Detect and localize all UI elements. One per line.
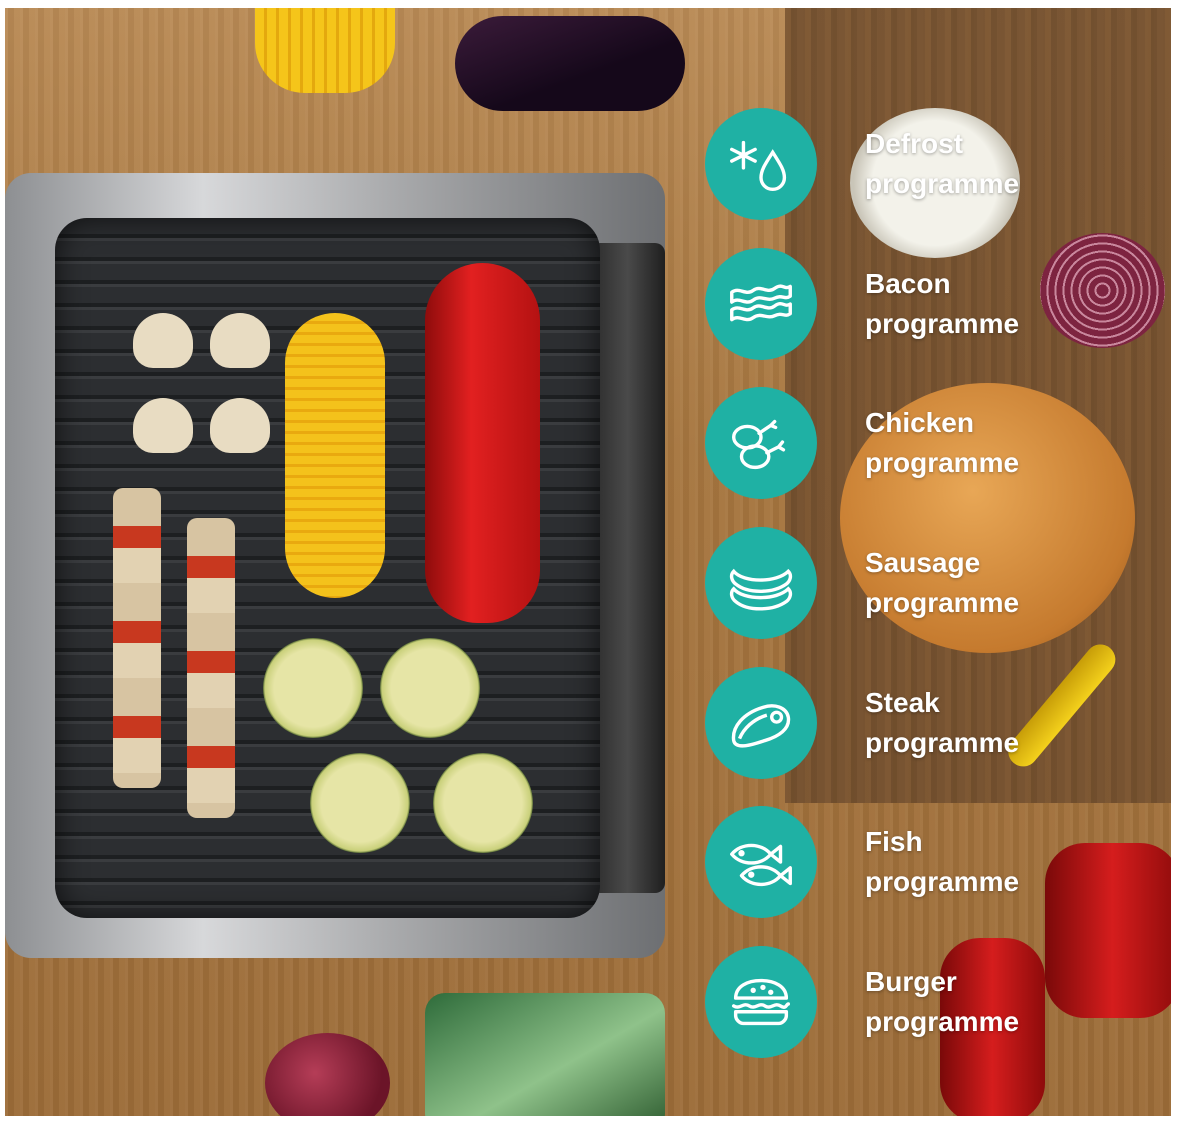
steak-icon xyxy=(705,667,817,779)
grilled-red-pepper xyxy=(425,263,540,623)
programme-label: Fish programme xyxy=(865,826,1020,897)
fish-icon xyxy=(705,806,817,918)
grilled-corn xyxy=(285,313,385,598)
zucchini-slice xyxy=(380,638,480,738)
programme-label: Steak programme xyxy=(865,687,1020,758)
zucchini-slice xyxy=(310,753,410,853)
programme-defrost: Defrost programme xyxy=(705,108,1155,220)
chicken-icon xyxy=(705,387,817,499)
leek xyxy=(425,993,665,1116)
eggplant xyxy=(455,16,685,111)
programme-label: Defrost programme xyxy=(865,128,1020,199)
corn-cob-top xyxy=(255,8,395,93)
mushroom xyxy=(133,313,193,368)
programme-label: Sausage programme xyxy=(865,547,1020,618)
bacon-icon xyxy=(705,248,817,360)
programme-chicken: Chicken programme xyxy=(705,387,1155,499)
programme-label: Bacon programme xyxy=(865,268,1020,339)
programme-steak: Steak programme xyxy=(705,667,1155,779)
programme-fish: Fish programme xyxy=(705,806,1155,918)
programme-sausage: Sausage programme xyxy=(705,527,1155,639)
mushroom xyxy=(133,398,193,453)
programme-bacon: Bacon programme xyxy=(705,248,1155,360)
zucchini-slice xyxy=(263,638,363,738)
red-onion xyxy=(265,1033,390,1116)
programme-burger: Burger programme xyxy=(705,946,1155,1058)
burger-icon xyxy=(705,946,817,1058)
skewer xyxy=(187,518,235,818)
defrost-icon xyxy=(705,108,817,220)
zucchini-slice xyxy=(433,753,533,853)
skewer xyxy=(113,488,161,788)
programme-label: Burger programme xyxy=(865,966,1020,1037)
mushroom xyxy=(210,398,270,453)
mushroom xyxy=(210,313,270,368)
sausage-icon xyxy=(705,527,817,639)
programme-label: Chicken programme xyxy=(865,407,1020,478)
grill-hinge xyxy=(590,243,665,893)
